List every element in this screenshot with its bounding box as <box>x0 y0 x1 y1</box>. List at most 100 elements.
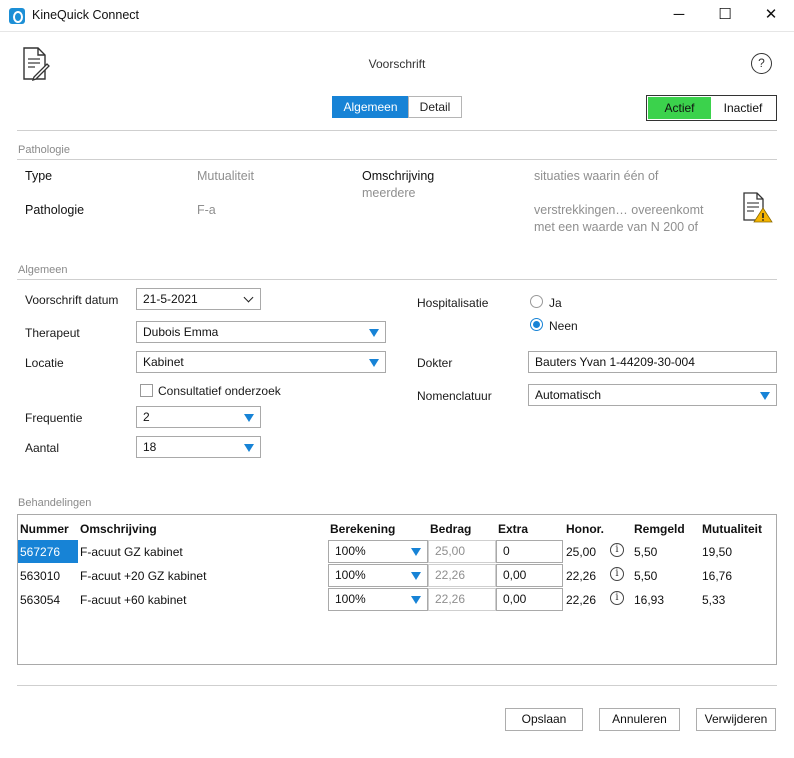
row-2-omschrijving[interactable]: F-acuut +20 GZ kabinet <box>80 569 206 583</box>
column-header-mutualiteit[interactable]: Mutualiteit <box>702 522 762 536</box>
section-title-pathologie: Pathologie <box>18 144 70 156</box>
dialog-title: Voorschrift <box>368 57 426 71</box>
status-actief-button[interactable]: Actief <box>648 97 711 119</box>
voorschrift-datum-label: Voorschrift datum <box>25 293 119 307</box>
row-2-nummer[interactable]: 563010 <box>20 569 60 583</box>
dropdown-arrow-icon <box>244 414 254 422</box>
row-3-nummer[interactable]: 563054 <box>20 593 60 607</box>
nomenclatuur-select[interactable]: Automatisch <box>528 384 777 406</box>
info-icon[interactable]: i <box>610 591 624 605</box>
column-header-bedrag[interactable]: Bedrag <box>430 522 471 536</box>
row-3-extra-field[interactable]: 0,00 <box>496 588 563 611</box>
dropdown-arrow-icon <box>244 444 254 452</box>
type-label: Type <box>25 169 53 183</box>
aantal-select[interactable]: 18 <box>136 436 261 458</box>
row-3-honor: 22,26 <box>566 593 597 607</box>
divider <box>17 279 777 280</box>
dropdown-arrow-icon <box>369 329 379 337</box>
document-warning-icon[interactable] <box>741 191 773 223</box>
row-1-honor: 25,00 <box>566 545 597 559</box>
status-inactief-button[interactable]: Inactief <box>711 97 775 119</box>
pathologie-label: Pathologie <box>25 203 85 217</box>
row-1-nummer[interactable]: 567276 <box>20 545 60 559</box>
therapeut-select[interactable]: Dubois Emma <box>136 321 386 343</box>
chevron-down-icon <box>243 292 254 303</box>
row-1-bedrag-field: 25,00 <box>428 540 496 563</box>
tab-detail[interactable]: Detail <box>408 96 462 118</box>
app-logo-icon <box>9 8 25 24</box>
row-2-honor: 22,26 <box>566 569 597 583</box>
window-title: KineQuick Connect <box>32 8 140 22</box>
divider <box>17 159 777 160</box>
section-title-behandelingen: Behandelingen <box>18 497 92 509</box>
hospitalisatie-neen-radio[interactable] <box>530 318 543 331</box>
aantal-label: Aantal <box>25 441 60 455</box>
row-3-berekening-select[interactable]: 100% <box>328 588 428 611</box>
locatie-select[interactable]: Kabinet <box>136 351 386 373</box>
column-header-honor[interactable]: Honor. <box>566 522 604 536</box>
therapeut-value: Dubois Emma <box>143 325 219 339</box>
tab-algemeen[interactable]: Algemeen <box>332 96 409 118</box>
omschrijving-line-3: verstrekkingen… overeenkomt <box>534 203 704 217</box>
delete-button[interactable]: Verwijderen <box>696 708 776 731</box>
row-1-berekening-value: 100% <box>335 544 366 558</box>
row-1-remgeld: 5,50 <box>634 545 658 559</box>
hospitalisatie-label: Hospitalisatie <box>417 296 489 310</box>
dokter-label: Dokter <box>417 356 453 370</box>
dokter-field[interactable]: Bauters Yvan 1-44209-30-004 <box>528 351 777 373</box>
column-header-berekening[interactable]: Berekening <box>330 522 395 536</box>
voorschrift-datum-picker[interactable]: 21-5-2021 <box>136 288 261 310</box>
row-3-omschrijving[interactable]: F-acuut +60 kabinet <box>80 593 186 607</box>
omschrijving-line-2: meerdere <box>362 186 416 200</box>
row-1-extra-field[interactable]: 0 <box>496 540 563 563</box>
locatie-value: Kabinet <box>143 355 184 369</box>
row-2-remgeld: 5,50 <box>634 569 658 583</box>
omschrijving-line-4: met een waarde van N 200 of <box>534 220 698 234</box>
row-2-mutualiteit: 16,76 <box>702 569 733 583</box>
close-button[interactable]: ✕ <box>748 0 794 32</box>
nomenclatuur-value: Automatisch <box>535 388 602 402</box>
row-3-berekening-value: 100% <box>335 592 366 606</box>
omschrijving-label: Omschrijving <box>362 169 435 183</box>
row-2-bedrag-field: 22,26 <box>428 564 496 587</box>
hospitalisatie-ja-label: Ja <box>549 296 562 310</box>
dropdown-arrow-icon <box>411 548 421 556</box>
info-icon[interactable]: i <box>610 543 624 557</box>
row-2-berekening-select[interactable]: 100% <box>328 564 428 587</box>
info-icon[interactable]: i <box>610 567 624 581</box>
pathologie-value: F-a <box>197 203 216 217</box>
row-1-omschrijving[interactable]: F-acuut GZ kabinet <box>80 545 183 559</box>
section-title-algemeen: Algemeen <box>18 264 68 276</box>
locatie-label: Locatie <box>25 356 64 370</box>
nomenclatuur-label: Nomenclatuur <box>417 389 492 403</box>
help-icon[interactable]: ? <box>751 53 772 74</box>
divider <box>17 130 777 131</box>
hospitalisatie-neen-label: Neen <box>549 319 578 333</box>
dropdown-arrow-icon <box>411 596 421 604</box>
consultatief-label: Consultatief onderzoek <box>158 384 281 398</box>
voorschrift-datum-value: 21-5-2021 <box>143 292 198 306</box>
cancel-button[interactable]: Annuleren <box>599 708 680 731</box>
save-button[interactable]: Opslaan <box>505 708 583 731</box>
column-header-omschrijving[interactable]: Omschrijving <box>80 522 157 536</box>
column-header-remgeld[interactable]: Remgeld <box>634 522 685 536</box>
row-2-extra-field[interactable]: 0,00 <box>496 564 563 587</box>
row-3-bedrag-field: 22,26 <box>428 588 496 611</box>
frequentie-label: Frequentie <box>25 411 83 425</box>
frequentie-value: 2 <box>143 410 150 424</box>
frequentie-select[interactable]: 2 <box>136 406 261 428</box>
aantal-value: 18 <box>143 440 157 454</box>
row-3-remgeld: 16,93 <box>634 593 665 607</box>
row-1-mutualiteit: 19,50 <box>702 545 733 559</box>
dropdown-arrow-icon <box>411 572 421 580</box>
dropdown-arrow-icon <box>760 392 770 400</box>
maximize-button[interactable]: ☐ <box>702 0 748 32</box>
consultatief-checkbox[interactable] <box>140 384 153 397</box>
column-header-nummer[interactable]: Nummer <box>20 522 69 536</box>
row-3-mutualiteit: 5,33 <box>702 593 726 607</box>
hospitalisatie-ja-radio[interactable] <box>530 295 543 308</box>
column-header-extra[interactable]: Extra <box>498 522 528 536</box>
minimize-button[interactable]: ─ <box>656 0 702 32</box>
row-1-berekening-select[interactable]: 100% <box>328 540 428 563</box>
dropdown-arrow-icon <box>369 359 379 367</box>
